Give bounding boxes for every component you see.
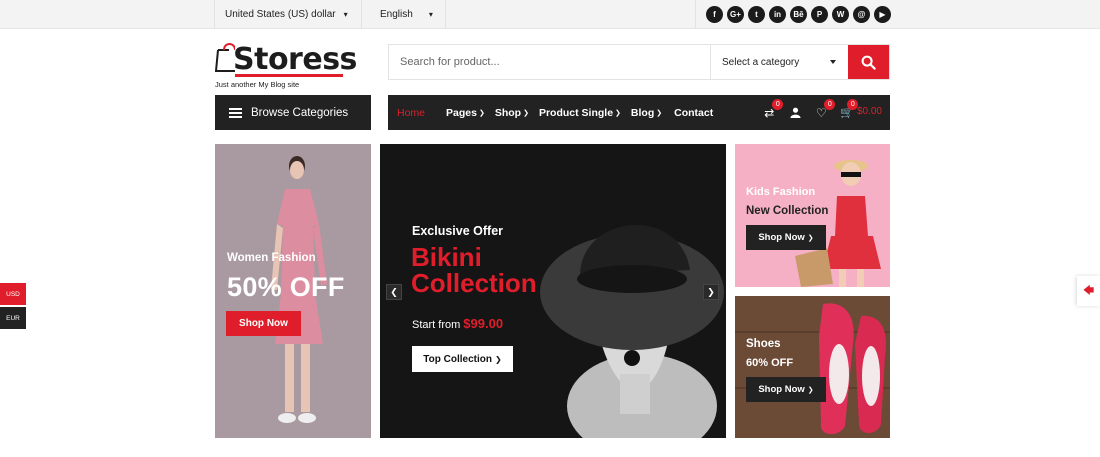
women-fashion-banner[interactable]: Women Fashion 50% OFF Shop Now xyxy=(215,144,371,438)
nav-shop-label: Shop xyxy=(494,106,522,119)
nav-blog[interactable]: Blog ❯ xyxy=(631,107,662,119)
google-plus-icon[interactable]: G+ xyxy=(727,6,744,23)
shoes-label: Shoes xyxy=(746,338,781,350)
user-icon xyxy=(790,107,801,118)
kids-fashion-label: Kids Fashion xyxy=(746,186,816,198)
nav-contact[interactable]: Contact xyxy=(674,107,713,119)
search-input[interactable] xyxy=(389,45,710,79)
chevron-down-icon: ▾ xyxy=(428,10,433,19)
currency-eur-button[interactable]: EUR xyxy=(0,307,26,329)
top-collection-button[interactable]: Top Collection ❯ xyxy=(412,346,513,372)
main-banner-title: Bikini Collection xyxy=(411,244,537,296)
language-select[interactable]: English ▾ xyxy=(362,0,446,29)
chevron-down-icon: ❯ xyxy=(656,109,663,117)
chevron-right-icon: ❯ xyxy=(495,354,502,364)
logo-underline xyxy=(235,74,343,77)
currency-select[interactable]: United States (US) dollar ▾ xyxy=(214,0,362,29)
chevron-down-icon: ❯ xyxy=(523,109,529,117)
women-fashion-subtitle: Women Fashion xyxy=(227,252,316,264)
search-bar: Select a category xyxy=(388,44,890,80)
currency-usd-button[interactable]: USD xyxy=(0,283,26,305)
shoes-shop-now-label: Shop Now xyxy=(758,384,805,395)
logo-text: Storess xyxy=(233,42,357,77)
kids-shop-now-label: Shop Now xyxy=(758,232,805,243)
kids-new-collection-title: New Collection xyxy=(746,205,829,217)
caret-down-icon xyxy=(830,60,836,64)
bikini-collection-banner[interactable]: Exclusive Offer Bikini Collection Start … xyxy=(380,144,726,438)
top-collection-label: Top Collection xyxy=(423,353,492,365)
chevron-left-icon: ❮ xyxy=(390,286,398,297)
kids-fashion-banner[interactable]: Kids Fashion New Collection Shop Now ❯ xyxy=(735,144,890,287)
chevron-right-icon: ❯ xyxy=(807,386,814,394)
browse-categories-button[interactable]: Browse Categories xyxy=(215,95,371,130)
pinterest-icon[interactable]: P xyxy=(811,6,828,23)
chevron-down-icon: ▾ xyxy=(343,10,348,19)
main-banner-price: Start from $99.00 xyxy=(412,316,503,331)
cart-button[interactable]: 🛒 0 $0.00 xyxy=(840,99,882,119)
chevron-right-icon: ❯ xyxy=(707,286,715,297)
nav-product-single[interactable]: Product Single ❯ xyxy=(539,107,621,119)
nav-icons: ⇄ 0 ♡ 0 🛒 0 $0.00 xyxy=(762,95,882,130)
shoes-banner[interactable]: Shoes 60% OFF Shop Now ❯ xyxy=(735,296,890,438)
cart-total: $0.00 xyxy=(856,106,882,117)
site-logo[interactable]: Storess Just another My Blog site xyxy=(215,36,357,91)
nav-contact-label: Contact xyxy=(674,106,714,119)
nav-shop[interactable]: Shop ❯ xyxy=(495,107,529,119)
shopping-bag-icon xyxy=(215,43,235,72)
compare-button[interactable]: ⇄ 0 xyxy=(762,98,784,120)
shoes-offer: 60% OFF xyxy=(746,357,794,369)
nav-pages[interactable]: Pages ❯ xyxy=(446,107,485,119)
category-select-label: Select a category xyxy=(722,56,800,68)
wishlist-count-badge: 0 xyxy=(824,98,836,110)
main-banner-offer: Exclusive Offer xyxy=(412,224,504,238)
whatsapp-icon[interactable]: W xyxy=(832,6,849,23)
nav-product-single-label: Product Single xyxy=(538,106,614,119)
nav-blog-label: Blog xyxy=(630,106,655,119)
currency-select-label: United States (US) dollar xyxy=(225,9,336,20)
main-banner-title-line2: Collection xyxy=(411,268,537,298)
shoes-shop-now-button[interactable]: Shop Now ❯ xyxy=(746,377,826,402)
main-banner-price-value: $99.00 xyxy=(463,316,504,331)
social-links: f G+ t in Bē P W @ ▶ xyxy=(695,0,891,29)
nav-home[interactable]: Home xyxy=(397,107,425,119)
women-shop-now-button[interactable]: Shop Now xyxy=(226,311,301,336)
account-button[interactable] xyxy=(788,107,802,118)
category-select[interactable]: Select a category xyxy=(710,45,848,79)
chevron-right-icon: ❯ xyxy=(807,234,814,242)
main-nav: Home Pages ❯ Shop ❯ Product Single ❯ Blog ❯ … xyxy=(388,95,890,130)
main-banner-start-text: Start from xyxy=(412,319,461,331)
slider-prev-button[interactable]: ❮ xyxy=(386,284,402,300)
nav-home-label: Home xyxy=(397,106,426,119)
menu-list-icon xyxy=(229,107,242,118)
instagram-icon[interactable]: @ xyxy=(853,6,870,23)
compare-count-badge: 0 xyxy=(772,98,784,110)
linkedin-icon[interactable]: in xyxy=(769,6,786,23)
arrow-left-icon: 🡄 xyxy=(1082,284,1095,297)
wishlist-button[interactable]: ♡ 0 xyxy=(814,98,836,120)
slider-next-button[interactable]: ❯ xyxy=(703,284,719,300)
main-banner-title-line1: Bikini xyxy=(411,242,482,272)
top-bar: United States (US) dollar ▾ English ▾ f … xyxy=(0,0,1100,29)
kids-shop-now-button[interactable]: Shop Now ❯ xyxy=(746,225,826,250)
facebook-icon[interactable]: f xyxy=(706,6,723,23)
site-tagline: Just another My Blog site xyxy=(215,80,300,89)
browse-categories-label: Browse Categories xyxy=(251,106,349,119)
twitter-icon[interactable]: t xyxy=(748,6,765,23)
women-fashion-headline: 50% OFF xyxy=(227,272,345,302)
search-icon xyxy=(861,55,876,70)
youtube-icon[interactable]: ▶ xyxy=(874,6,891,23)
search-button[interactable] xyxy=(848,45,889,79)
nav-pages-label: Pages xyxy=(446,106,477,119)
behance-icon[interactable]: Bē xyxy=(790,6,807,23)
side-panel-toggle[interactable]: 🡄 xyxy=(1077,276,1100,306)
chevron-down-icon: ❯ xyxy=(478,109,485,117)
chevron-down-icon: ❯ xyxy=(615,109,621,117)
language-select-label: English xyxy=(380,9,413,20)
